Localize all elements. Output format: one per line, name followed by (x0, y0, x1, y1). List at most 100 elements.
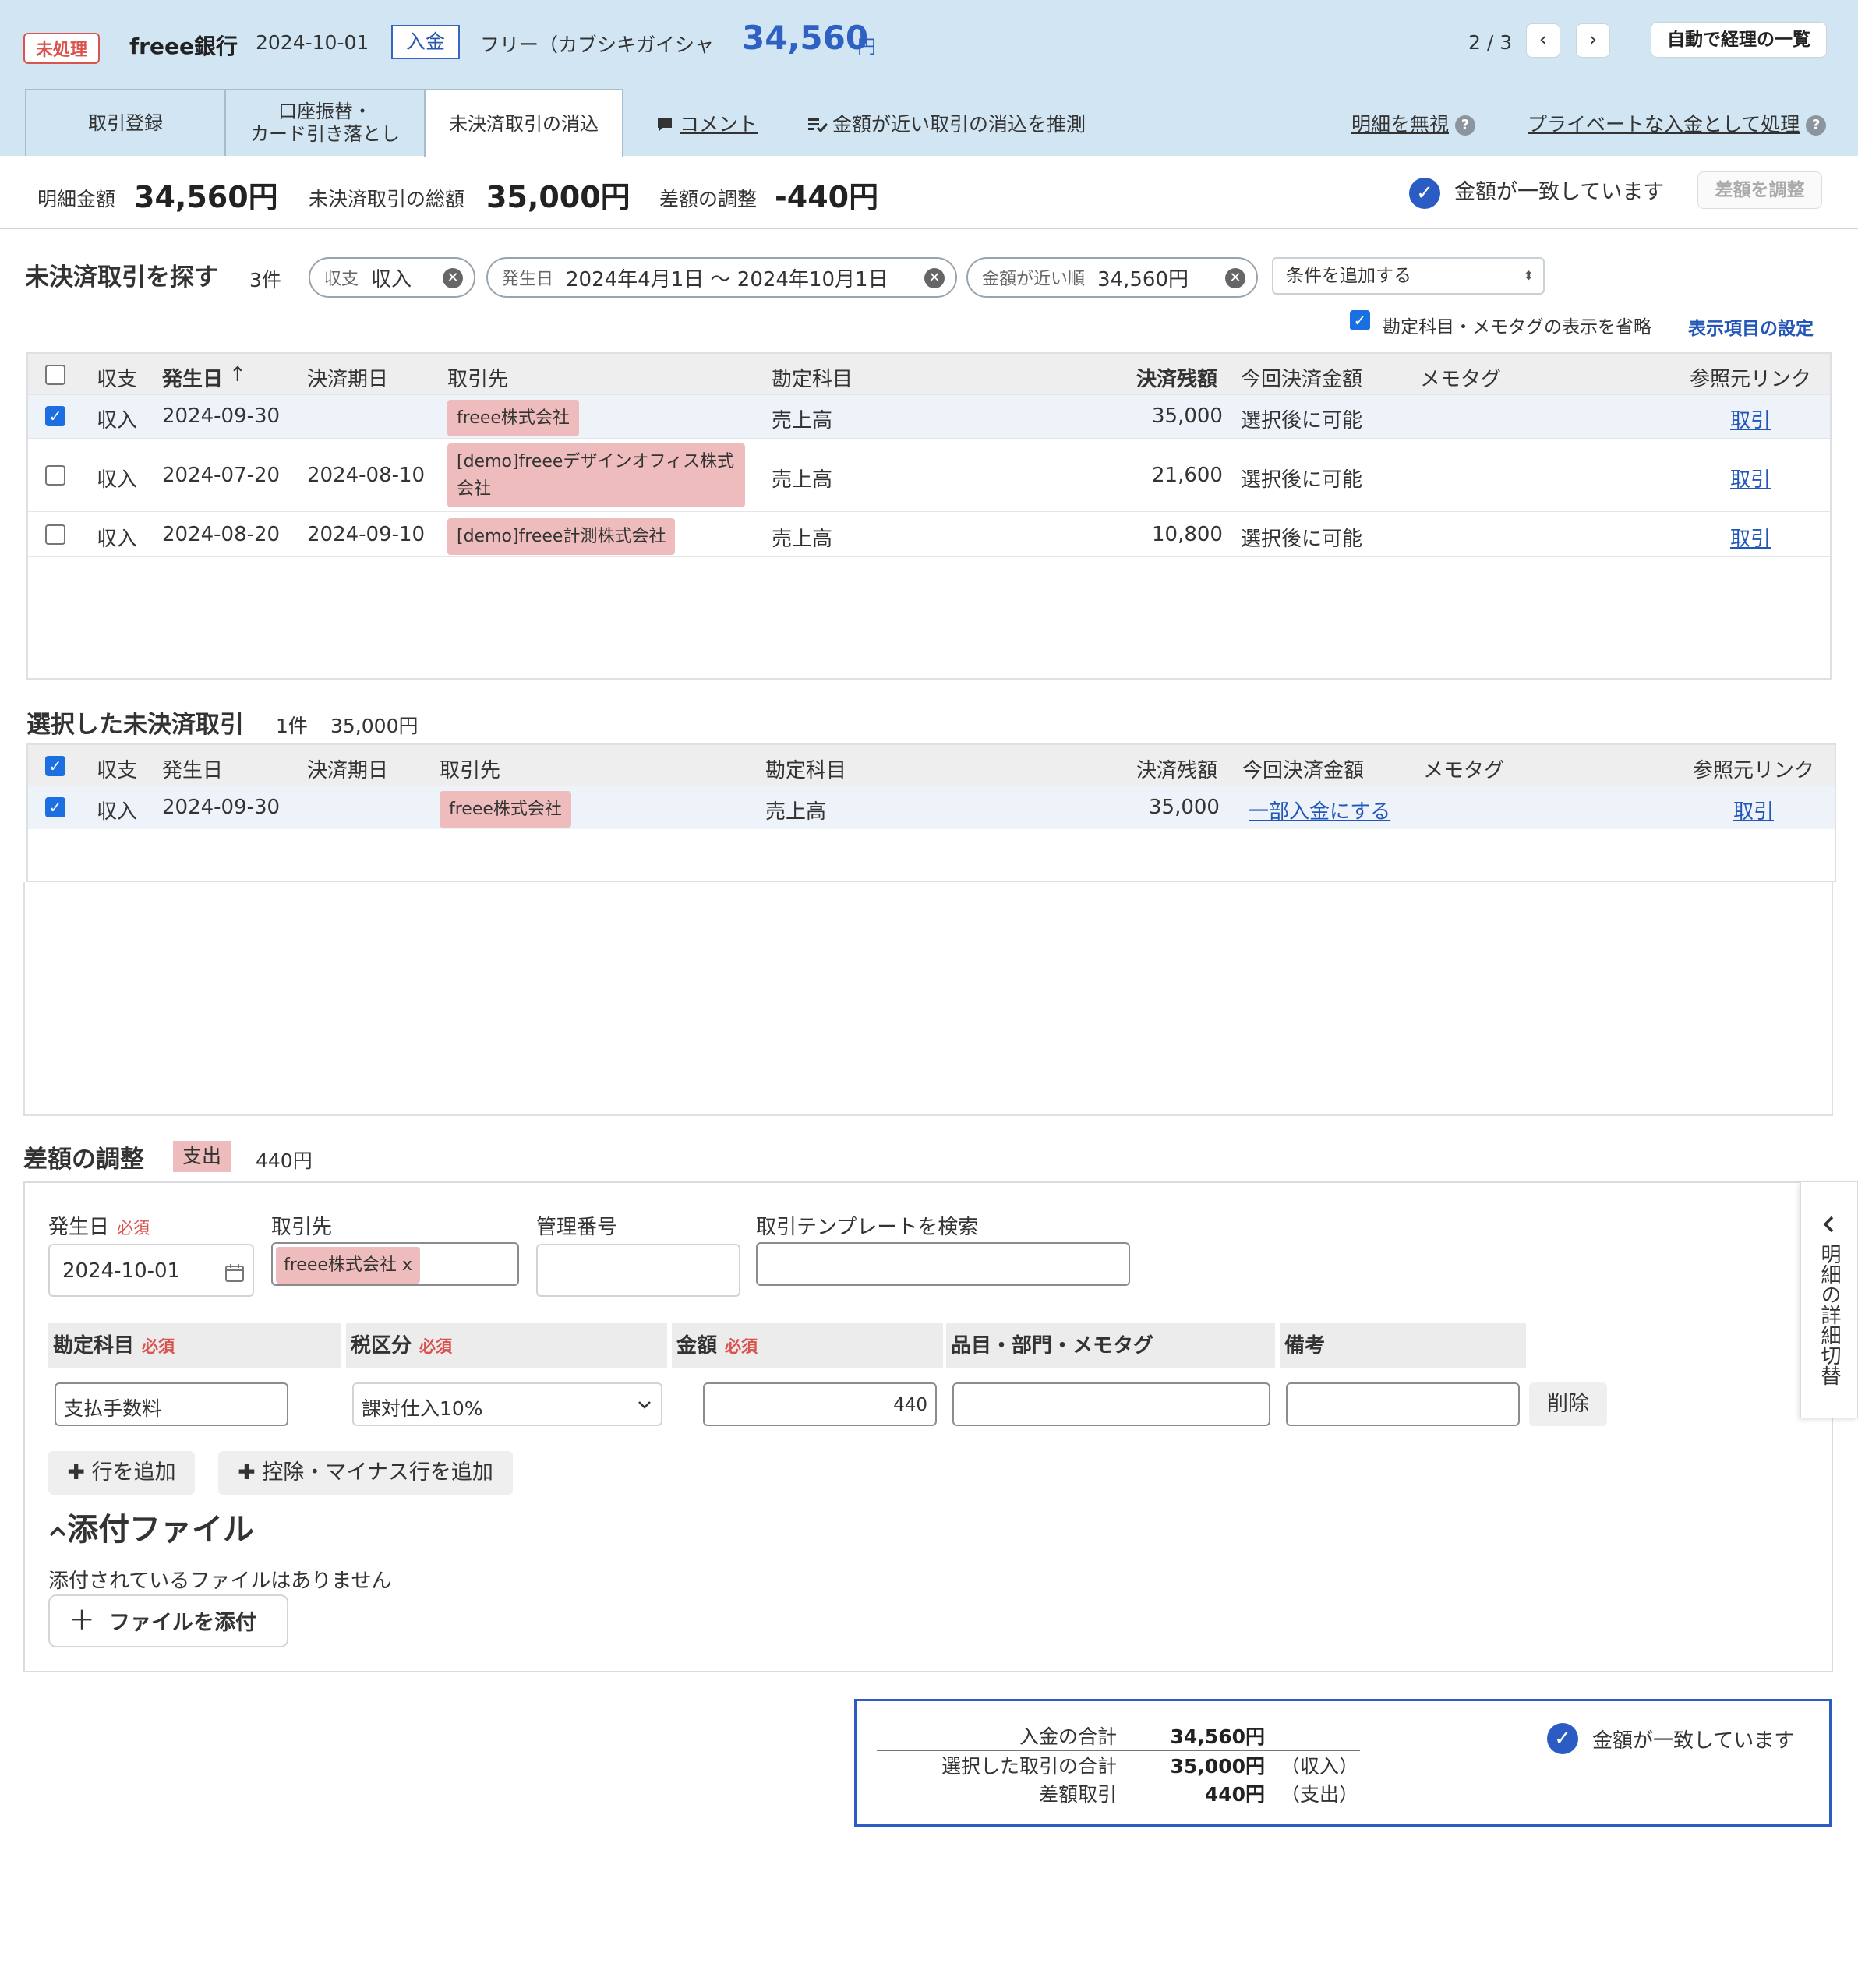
select-caret-icon: ⬍ (1523, 268, 1534, 283)
required-mark: 必須 (117, 1219, 150, 1238)
note-input[interactable] (1286, 1382, 1520, 1426)
filter-chip-date[interactable]: 発生日 2024年4月1日 〜 2024年10月1日 ✕ (486, 257, 957, 298)
row-ref-link[interactable]: 取引 (1733, 796, 1774, 825)
row-ref-link[interactable]: 取引 (1730, 523, 1771, 552)
row-account: 売上高 (772, 468, 833, 492)
tab-transfer[interactable]: 口座振替・ カード引き落とし (224, 89, 426, 156)
add-minus-row-button[interactable]: ✚ 控除・マイナス行を追加 (218, 1451, 513, 1495)
partner-input[interactable]: freee株式会社 x (271, 1242, 519, 1286)
calendar-icon[interactable] (224, 1262, 245, 1283)
row-this-amount: 選択後に可能 (1241, 528, 1363, 551)
row-checkbox[interactable]: ✓ (45, 797, 65, 817)
table-row[interactable]: ✓ 収入 2024-09-30 freee株式会社 売上高 35,000 一部入… (28, 786, 1835, 829)
row-checkbox[interactable]: ✓ (45, 406, 65, 426)
template-field-label: 取引テンプレートを検索 (756, 1216, 979, 1239)
partner-tag-line-1: [demo]freeeデザインオフィス株式 (457, 452, 735, 471)
add-condition-select[interactable]: 条件を追加する ⬍ (1272, 257, 1545, 295)
deposit-total-label: 入金の合計 (1019, 1725, 1117, 1748)
help-icon[interactable]: ? (1455, 115, 1476, 136)
prev-button[interactable]: ‹ (1526, 23, 1560, 58)
template-search-input[interactable] (756, 1242, 1130, 1286)
mgmt-number-input[interactable] (536, 1244, 740, 1297)
row-ref-link[interactable]: 取引 (1730, 404, 1771, 433)
comment-label: コメント (680, 113, 758, 136)
auto-list-button[interactable]: 自動で経理の一覧 (1651, 22, 1827, 58)
attach-file-button[interactable]: ＋ ファイルを添付 (48, 1594, 288, 1647)
row-checkbox[interactable] (45, 465, 65, 486)
date-input[interactable]: 2024-10-01 (48, 1244, 254, 1297)
detail-toggle-label: 明細の詳細切替 (1817, 1244, 1841, 1386)
adjust-diff-button[interactable]: 差額を調整 (1697, 171, 1822, 209)
add-minus-row-label: 控除・マイナス行を追加 (262, 1460, 493, 1485)
comment-icon (658, 118, 672, 131)
table-row[interactable]: ✓ 収入 2024-09-30 freee株式会社 売上高 35,000 選択後… (28, 394, 1830, 438)
col-memo: メモタグ (1420, 368, 1502, 391)
guess-link[interactable]: 金額が近い取引の消込を推測 (807, 109, 1086, 137)
add-row-button[interactable]: ✚ 行を追加 (48, 1451, 195, 1495)
row-type: 収入 (97, 800, 138, 824)
row-account: 売上高 (772, 409, 833, 433)
col-balance: 決済残額 (1136, 368, 1218, 391)
row-date: 2024-07-20 (162, 464, 281, 487)
col-this-amount: 今回決済金額 (1241, 368, 1363, 391)
row-balance: 21,600 (1152, 464, 1223, 487)
amount-input[interactable]: 440 (703, 1382, 937, 1426)
delete-row-button[interactable]: 削除 (1529, 1382, 1607, 1426)
totals-box: 入金の合計 34,560円 選択した取引の合計 35,000円 （収入） 差額取… (854, 1699, 1832, 1827)
row-date: 2024-08-20 (162, 523, 281, 546)
tab-reconcile[interactable]: 未決済取引の消込 (424, 89, 623, 157)
filter-chip-type[interactable]: 収支 収入 ✕ (309, 257, 475, 298)
tab-register[interactable]: 取引登録 (25, 89, 226, 156)
select-all-checkbox[interactable] (45, 365, 65, 385)
filter-chip-amount[interactable]: 金額が近い順 34,560円 ✕ (966, 257, 1258, 298)
col-date[interactable]: 発生日 (162, 363, 223, 392)
next-button[interactable]: › (1576, 23, 1610, 58)
col-type: 収支 (97, 759, 138, 782)
amount-value: 440 (893, 1395, 927, 1415)
row-divider (28, 556, 1830, 557)
adjust-amount: 440円 (256, 1149, 313, 1172)
selected-title: 選択した未決済取引 (26, 711, 244, 739)
detail-amount-label: 明細金額 (37, 188, 116, 210)
partner-chip-remove[interactable]: x (402, 1255, 412, 1275)
direction-badge: 入金 (391, 25, 460, 59)
attachments-title: 添付ファイル (67, 1512, 254, 1548)
partial-deposit-link[interactable]: 一部入金にする (1249, 796, 1390, 825)
chevron-right-icon: › (1588, 28, 1598, 51)
partner-tag: [demo]freeeデザインオフィス株式 会社 (447, 443, 745, 508)
help-icon[interactable]: ? (1806, 115, 1827, 136)
settings-link[interactable]: 表示項目の設定 (1688, 313, 1814, 340)
col-this-amount: 今回決済金額 (1242, 759, 1365, 782)
row-due: 2024-09-10 (307, 523, 426, 546)
tax-value: 課対仕入10% (362, 1397, 483, 1420)
table-row[interactable]: 収入 2024-07-20 2024-08-10 [demo]freeeデザイン… (28, 438, 1830, 511)
ignore-link[interactable]: 明細を無視? (1351, 109, 1476, 137)
select-all-checkbox[interactable]: ✓ (45, 756, 65, 776)
omit-checkbox[interactable]: ✓ (1350, 310, 1370, 330)
chevron-left-icon: ‹ (1538, 28, 1548, 51)
clear-filter-icon[interactable]: ✕ (924, 268, 945, 288)
add-row-label: 行を追加 (91, 1460, 176, 1485)
plus-icon: ＋ (69, 1605, 95, 1637)
table-row[interactable]: 収入 2024-08-20 2024-09-10 [demo]freee計測株式… (28, 511, 1830, 556)
tax-select[interactable]: 課対仕入10% (352, 1382, 662, 1426)
selected-total: 35,000円 (330, 715, 419, 737)
chevron-down-icon (638, 1401, 651, 1409)
attachments-toggle[interactable]: 添付ファイル (48, 1504, 254, 1549)
row-checkbox[interactable] (45, 524, 65, 545)
col-amount-text: 金額 (676, 1334, 718, 1358)
clear-filter-icon[interactable]: ✕ (443, 268, 463, 288)
header-amount-unit: 円 (857, 36, 876, 58)
col-partner: 取引先 (447, 368, 509, 391)
clear-filter-icon[interactable]: ✕ (1225, 268, 1245, 288)
items-input[interactable] (952, 1382, 1270, 1426)
sort-arrow-icon: ↑ (229, 363, 246, 387)
header-bar: 未処理 freee銀行 2024-10-01 入金 フリー（カブシキガイシャ 3… (0, 0, 1858, 157)
plus-icon: ✚ (67, 1460, 86, 1485)
comment-link[interactable]: コメント (656, 109, 758, 137)
private-link[interactable]: プライベートな入金として処理? (1528, 109, 1827, 137)
detail-toggle-tab[interactable]: 明細の詳細切替 (1800, 1181, 1858, 1418)
account-input[interactable]: 支払手数料 (55, 1382, 288, 1426)
row-ref-link[interactable]: 取引 (1730, 464, 1771, 493)
open-total-value: 35,000円 (486, 180, 631, 214)
